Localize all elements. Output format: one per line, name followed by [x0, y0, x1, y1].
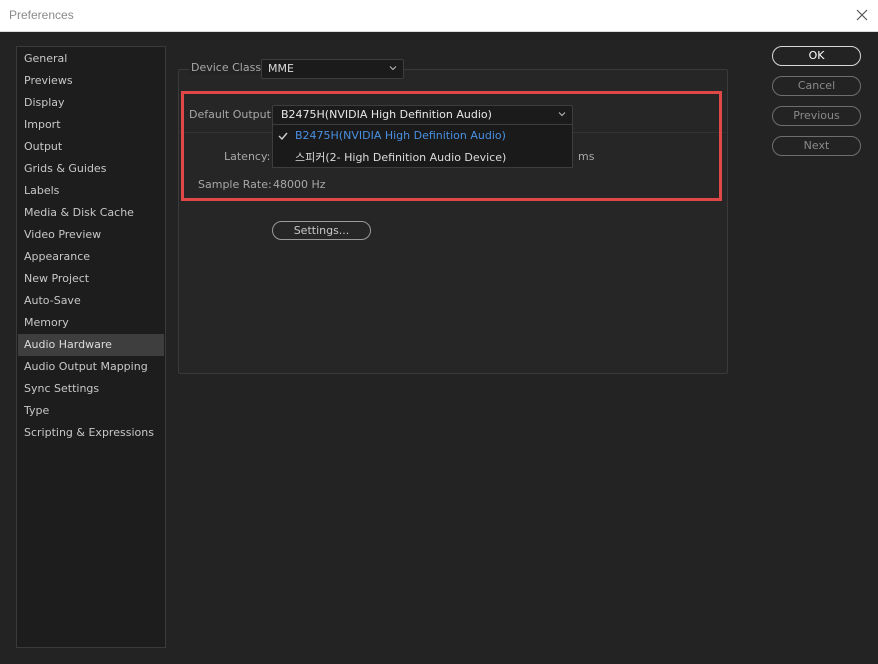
device-class-select[interactable]: MME: [261, 59, 404, 79]
sidebar-item-import[interactable]: Import: [18, 114, 164, 136]
sidebar-item-display[interactable]: Display: [18, 92, 164, 114]
sidebar-item-video-preview[interactable]: Video Preview: [18, 224, 164, 246]
device-class-value: MME: [268, 62, 294, 75]
close-icon[interactable]: [854, 7, 870, 23]
sidebar-item-sync-settings[interactable]: Sync Settings: [18, 378, 164, 400]
sidebar-item-audio-output-mapping[interactable]: Audio Output Mapping: [18, 356, 164, 378]
annotation-highlight-box: [181, 91, 722, 201]
preferences-sidebar: General Previews Display Import Output G…: [16, 46, 166, 648]
sidebar-item-output[interactable]: Output: [18, 136, 164, 158]
sidebar-item-labels[interactable]: Labels: [18, 180, 164, 202]
sidebar-item-previews[interactable]: Previews: [18, 70, 164, 92]
ok-button[interactable]: OK: [772, 46, 861, 66]
sidebar-item-general[interactable]: General: [18, 48, 164, 70]
sidebar-item-grids-guides[interactable]: Grids & Guides: [18, 158, 164, 180]
sidebar-item-audio-hardware[interactable]: Audio Hardware: [18, 334, 164, 356]
settings-button[interactable]: Settings...: [272, 221, 371, 240]
sidebar-item-auto-save[interactable]: Auto-Save: [18, 290, 164, 312]
sidebar-item-memory[interactable]: Memory: [18, 312, 164, 334]
previous-button[interactable]: Previous: [772, 106, 861, 126]
sidebar-item-media-disk-cache[interactable]: Media & Disk Cache: [18, 202, 164, 224]
sidebar-item-appearance[interactable]: Appearance: [18, 246, 164, 268]
window-title: Preferences: [9, 8, 74, 22]
sidebar-item-new-project[interactable]: New Project: [18, 268, 164, 290]
cancel-button[interactable]: Cancel: [772, 76, 861, 96]
title-bar: Preferences: [0, 0, 878, 32]
sidebar-item-scripting-expressions[interactable]: Scripting & Expressions: [18, 422, 164, 444]
chevron-down-icon: [389, 66, 397, 71]
device-class-label: Device Class:: [189, 61, 267, 74]
sidebar-item-type[interactable]: Type: [18, 400, 164, 422]
next-button[interactable]: Next: [772, 136, 861, 156]
